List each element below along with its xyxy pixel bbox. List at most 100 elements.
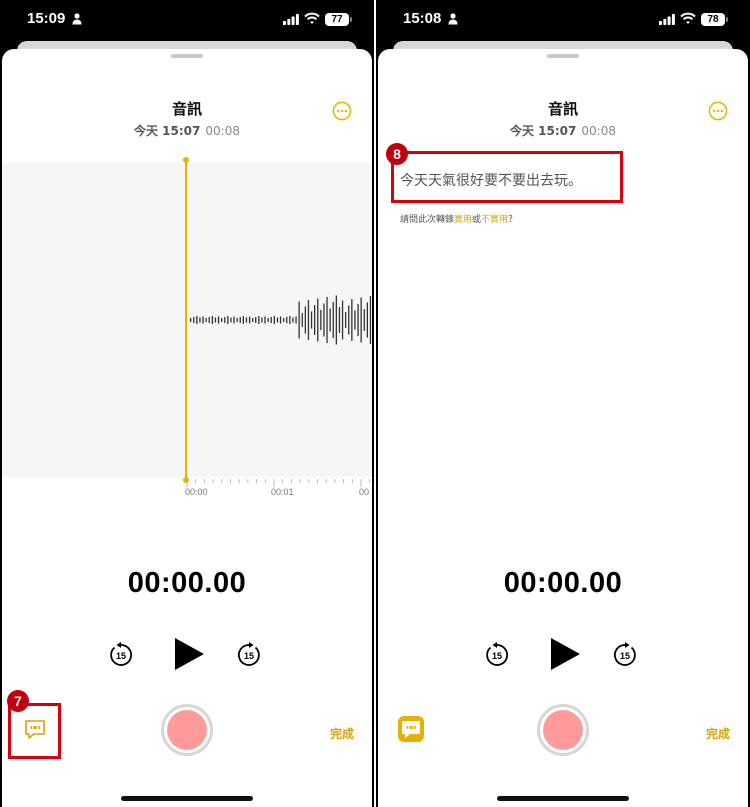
recording-title[interactable]: 音訊	[2, 98, 372, 119]
waveform-bar	[261, 317, 263, 323]
timeline-ruler: 00:00 00:01 00	[2, 479, 372, 503]
transcript-feedback: 請問此次轉錄實用或不實用？	[400, 212, 517, 225]
waveform-bar	[245, 317, 248, 323]
waveform-bar	[363, 309, 365, 331]
home-indicator	[121, 796, 253, 801]
right-screenshot: 15:08 78 音訊 今天 15:07 00:08 今天天氣很好要不要出去玩。 …	[376, 0, 750, 807]
skip-forward-amount: 15	[620, 651, 630, 661]
waveform-bar	[279, 316, 282, 324]
recording-meta: 今天 15:07 00:08	[378, 122, 748, 139]
waveform	[190, 295, 372, 345]
ellipsis-circle-icon[interactable]	[708, 101, 728, 121]
skip-forward-amount: 15	[244, 651, 254, 661]
sheet-grabber[interactable]	[547, 54, 579, 58]
wifi-icon	[680, 12, 696, 24]
waveform-bar	[307, 300, 310, 340]
recording-date: 今天 15:07	[134, 124, 201, 138]
skip-back-amount: 15	[492, 651, 502, 661]
waveform-bar	[295, 316, 297, 324]
waveform-bar	[338, 307, 341, 333]
sheet-grabber[interactable]	[171, 54, 203, 58]
transcript-button-active[interactable]	[398, 716, 424, 742]
waveform-bar	[267, 318, 269, 322]
playhead[interactable]	[185, 161, 187, 481]
waveform-bar	[314, 305, 316, 335]
done-button[interactable]: 完成	[706, 725, 730, 742]
waveform-bar	[310, 311, 313, 329]
waveform-bar	[205, 318, 207, 322]
waveform-bar	[354, 310, 356, 330]
waveform-bar	[317, 298, 319, 342]
waveform-bar	[348, 305, 350, 335]
play-icon[interactable]	[172, 636, 206, 672]
playback-time: 00:00.00	[503, 567, 623, 599]
home-indicator	[497, 796, 629, 801]
waveform-bar	[248, 316, 251, 324]
waveform-area[interactable]	[2, 163, 372, 477]
waveform-bar	[214, 317, 217, 323]
timeline-label: 00:00	[185, 487, 208, 497]
waveform-bar	[258, 316, 260, 324]
recording-date: 今天 15:07	[510, 124, 577, 138]
waveform-bar	[202, 316, 204, 324]
waveform-bar	[230, 317, 232, 323]
waveform-bar	[341, 300, 344, 340]
waveform-bar	[264, 316, 266, 324]
status-time: 15:09	[27, 10, 66, 27]
skip-forward-15-icon[interactable]: 15	[236, 642, 262, 668]
waveform-bar	[289, 316, 291, 324]
status-time: 15:08	[403, 10, 442, 27]
waveform-bar	[224, 317, 226, 323]
waveform-bar	[211, 316, 213, 324]
step-badge: 7	[7, 690, 29, 712]
feedback-suffix: ？	[508, 215, 518, 225]
waveform-bar	[236, 318, 238, 322]
step-badge: 8	[386, 143, 408, 165]
done-button[interactable]: 完成	[330, 725, 354, 742]
waveform-bar	[292, 317, 294, 323]
skip-back-15-icon[interactable]: 15	[484, 642, 510, 668]
waveform-bar	[323, 303, 325, 337]
waveform-bar	[190, 318, 192, 322]
waveform-bar	[221, 318, 223, 322]
skip-forward-15-icon[interactable]: 15	[612, 642, 638, 668]
timeline-label: 00:01	[271, 487, 294, 497]
waveform-bar	[283, 318, 285, 322]
battery-nub	[726, 17, 728, 22]
status-bar: 15:09 77	[0, 0, 374, 42]
person-icon	[448, 13, 458, 25]
skip-back-amount: 15	[116, 651, 126, 661]
waveform-bar	[273, 316, 275, 324]
waveform-bar	[255, 317, 257, 323]
recording-duration: 00:08	[205, 124, 240, 138]
waveform-bar	[252, 318, 254, 322]
record-button-fill	[167, 710, 207, 750]
recording-meta: 今天 15:07 00:08	[2, 122, 372, 139]
playhead-top-handle[interactable]	[183, 157, 189, 163]
waveform-bar	[217, 316, 220, 324]
waveform-bar	[227, 316, 229, 324]
waveform-bar	[286, 317, 288, 323]
waveform-bar	[320, 310, 322, 330]
waveform-bar	[233, 316, 235, 324]
recording-sheet: 音訊 今天 15:07 00:08 00:00 00:01 00 00:00.00…	[2, 49, 372, 807]
waveform-bar	[345, 312, 347, 328]
recording-title[interactable]: 音訊	[378, 98, 748, 119]
feedback-prefix: 請問此次轉錄	[400, 215, 455, 225]
record-button[interactable]	[161, 704, 213, 756]
skip-back-15-icon[interactable]: 15	[108, 642, 134, 668]
feedback-useful-link[interactable]: 實用	[454, 215, 472, 225]
record-button[interactable]	[537, 704, 589, 756]
waveform-bar	[196, 316, 198, 324]
play-icon[interactable]	[548, 636, 582, 672]
waveform-bar	[239, 317, 241, 323]
waveform-bar	[208, 317, 210, 323]
quote-bubble-icon	[402, 721, 420, 738]
waveform-bar	[270, 317, 272, 323]
waveform-bar	[301, 313, 303, 327]
feedback-not-useful-link[interactable]: 不實用	[481, 215, 508, 225]
ellipsis-circle-icon[interactable]	[332, 101, 352, 121]
waveform-bar	[326, 297, 328, 343]
waveform-bar	[351, 299, 353, 341]
waveform-bar	[193, 317, 195, 323]
